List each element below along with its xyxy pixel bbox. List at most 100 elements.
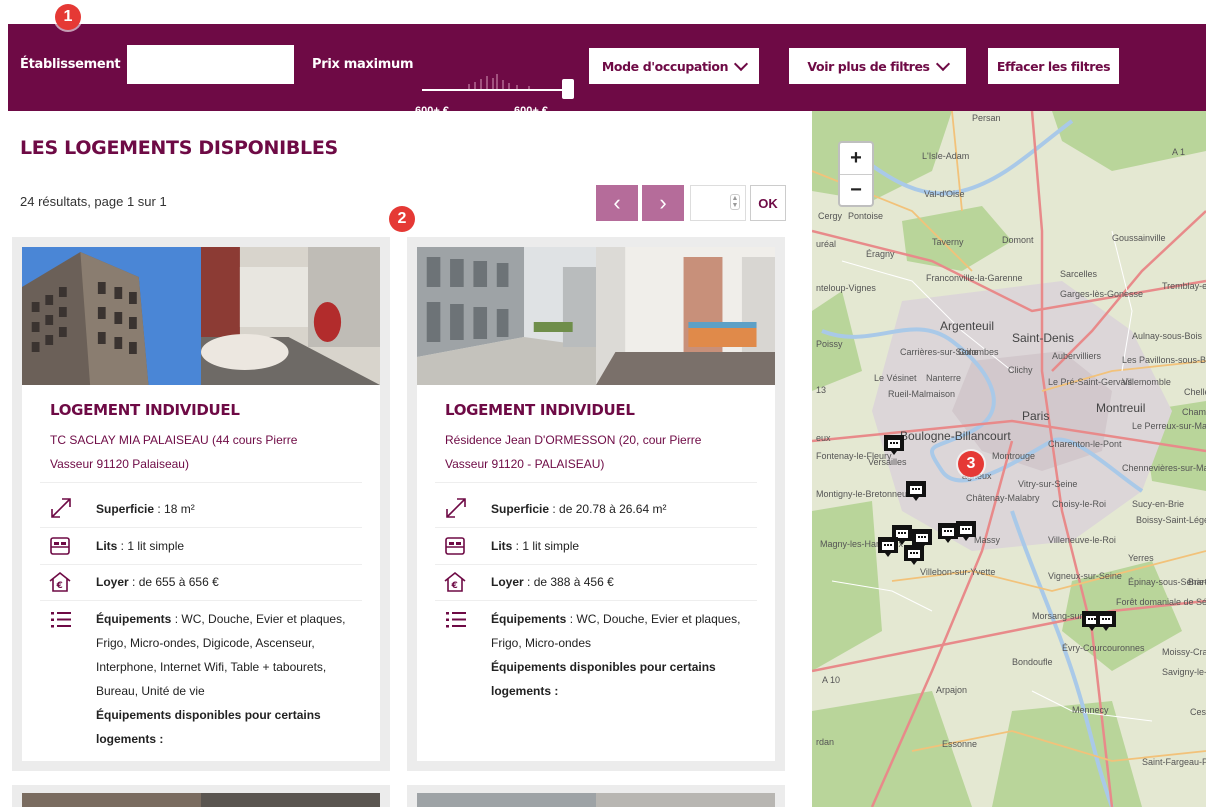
residence-marker-icon[interactable] bbox=[954, 519, 978, 543]
residence-marker-icon[interactable] bbox=[902, 543, 926, 567]
room-photo bbox=[201, 793, 380, 807]
map-label: Charenton-le-Pont bbox=[1048, 439, 1122, 449]
beds-value: : 1 lit simple bbox=[117, 539, 185, 553]
map-label: Chennevières-sur-Marne bbox=[1122, 463, 1206, 473]
surface-label: Superficie bbox=[491, 502, 550, 516]
building-photo bbox=[417, 247, 596, 385]
svg-text:€: € bbox=[451, 581, 458, 591]
equipment-some-label: Équipements disponibles pour certains lo… bbox=[96, 708, 321, 746]
clear-filters-button[interactable]: Effacer les filtres bbox=[988, 48, 1119, 84]
beds-info: Lits : 1 lit simple bbox=[96, 534, 366, 558]
map[interactable]: Persan L'Isle-Adam A 1 Cergy Pontoise Va… bbox=[812, 111, 1206, 807]
map-label: Yerres bbox=[1128, 553, 1154, 563]
map-label: 13 bbox=[816, 385, 827, 395]
beds-value: : 1 lit simple bbox=[512, 539, 580, 553]
surface-info: Superficie : 18 m² bbox=[96, 497, 366, 521]
address-line: Résidence Jean D'ORMESSON (20, cour Pier… bbox=[445, 433, 702, 447]
bed-icon bbox=[445, 537, 465, 555]
equipment-info: Équipements : WC, Douche, Evier et plaqu… bbox=[96, 607, 366, 703]
equipment-list-icon bbox=[51, 612, 71, 628]
equipment-label: Équipements bbox=[96, 612, 172, 626]
address-line: TC SACLAY MIA PALAISEAU (44 cours Pierre bbox=[50, 433, 298, 447]
equipment-some-label: Équipements disponibles pour certains lo… bbox=[491, 660, 716, 698]
residence-marker-icon[interactable] bbox=[1094, 609, 1118, 633]
map-label: Choisy-le-Roi bbox=[1052, 499, 1107, 509]
listing-card[interactable]: LOGEMENT INDIVIDUEL Résidence Jean D'ORM… bbox=[407, 237, 785, 771]
map-label: Arpajon bbox=[936, 685, 968, 695]
residence-marker-icon[interactable] bbox=[876, 535, 900, 559]
establishment-label: Établissement bbox=[20, 57, 121, 72]
map-label: nteloup-Vignes bbox=[816, 283, 876, 293]
map-label: Éragny bbox=[866, 249, 895, 259]
divider bbox=[40, 527, 362, 528]
map-label: Essonne bbox=[942, 739, 978, 749]
address-line: Vasseur 91120 - PALAISEAU) bbox=[445, 457, 605, 471]
occupation-mode-button[interactable]: Mode d'occupation bbox=[589, 48, 759, 84]
beds-label: Lits bbox=[491, 539, 513, 553]
map-zoom-control: + − bbox=[838, 141, 874, 207]
more-filters-button[interactable]: Voir plus de filtres bbox=[789, 48, 966, 84]
map-label: Saint-Fargeau-Ponthierry bbox=[1142, 757, 1206, 767]
housing-type: LOGEMENT INDIVIDUEL bbox=[50, 401, 240, 419]
map-label: Colombes bbox=[958, 347, 999, 357]
map-label: Boissy-Saint-Léger bbox=[1136, 515, 1206, 525]
map-label: Nanterre bbox=[926, 373, 962, 383]
map-label: Rueil-Malmaison bbox=[888, 389, 956, 399]
map-label: Saint-Denis bbox=[1012, 331, 1075, 345]
equipment-list-icon bbox=[446, 612, 466, 628]
price-histogram bbox=[468, 74, 530, 89]
listing-card[interactable]: LOGEMENT INDIVIDUEL TC SACLAY MIA PALAIS… bbox=[12, 237, 390, 771]
rent-info: Loyer : de 388 à 456 € bbox=[491, 570, 761, 594]
price-slider-handle[interactable] bbox=[562, 79, 574, 99]
residence-marker-icon[interactable] bbox=[904, 479, 928, 503]
annotation-badge-3: 3 bbox=[958, 451, 984, 477]
map-label: Montreuil bbox=[1096, 401, 1146, 415]
map-label: rdan bbox=[816, 737, 835, 747]
map-label: A 1 bbox=[1172, 147, 1186, 157]
map-label: Poissy bbox=[816, 339, 843, 349]
surface-value: : de 20.78 à 26.64 m² bbox=[549, 502, 667, 516]
ok-button[interactable]: OK bbox=[750, 185, 786, 221]
zoom-out-button[interactable]: − bbox=[840, 174, 872, 205]
card-photos bbox=[22, 247, 380, 385]
equipment-label: Équipements bbox=[491, 612, 567, 626]
residence-address[interactable]: TC SACLAY MIA PALAISEAU (44 cours Pierre… bbox=[50, 428, 350, 476]
page-spinner-icon[interactable]: ▲ ▼ bbox=[730, 194, 740, 210]
map-label: Villeneuve-le-Roi bbox=[1048, 535, 1116, 545]
map-label: Savigny-le-Temple bbox=[1162, 667, 1206, 677]
map-label: Montrouge bbox=[992, 451, 1036, 461]
map-label: Le Perreux-sur-Marne bbox=[1132, 421, 1206, 431]
zoom-in-button[interactable]: + bbox=[840, 143, 872, 174]
divider bbox=[435, 482, 757, 483]
map-label: Brie- bbox=[1188, 577, 1206, 587]
map-label: Vigneux-sur-Seine bbox=[1048, 571, 1122, 581]
divider bbox=[435, 600, 757, 601]
map-label: uréal bbox=[816, 239, 837, 249]
beds-label: Lits bbox=[96, 539, 118, 553]
surface-info: Superficie : de 20.78 à 26.64 m² bbox=[491, 497, 761, 521]
residence-address[interactable]: Résidence Jean D'ORMESSON (20, cour Pier… bbox=[445, 428, 745, 476]
card-photos bbox=[22, 793, 380, 807]
bed-icon bbox=[50, 537, 70, 555]
page-title: LES LOGEMENTS DISPONIBLES bbox=[20, 137, 338, 159]
annotation-badge-1: 1 bbox=[55, 4, 81, 30]
divider bbox=[435, 564, 757, 565]
listing-card-partial[interactable] bbox=[12, 785, 390, 807]
listing-card-partial[interactable] bbox=[407, 785, 785, 807]
room-photo bbox=[201, 247, 380, 385]
price-min-value: 600+ € bbox=[415, 105, 449, 117]
prev-page-button[interactable]: ‹ bbox=[596, 185, 638, 221]
next-page-button[interactable]: › bbox=[642, 185, 684, 221]
residence-marker-icon[interactable] bbox=[882, 433, 906, 457]
surface-label: Superficie bbox=[96, 502, 155, 516]
map-label: Villebon-sur-Yvette bbox=[920, 567, 996, 577]
results-count: 24 résultats, page 1 sur 1 bbox=[20, 194, 167, 209]
map-label: Paris bbox=[1022, 409, 1050, 423]
establishment-input[interactable] bbox=[127, 45, 294, 84]
map-label: Les Pavillons-sous-Bois bbox=[1122, 355, 1206, 365]
housing-type: LOGEMENT INDIVIDUEL bbox=[445, 401, 635, 419]
equipment-info: Équipements : WC, Douche, Evier et plaqu… bbox=[491, 607, 761, 655]
map-label: A 10 bbox=[822, 675, 841, 685]
filter-bar: Établissement Prix maximum 600+ € 600+ €… bbox=[8, 24, 1206, 117]
map-label: Tremblay-en-France bbox=[1162, 281, 1206, 291]
